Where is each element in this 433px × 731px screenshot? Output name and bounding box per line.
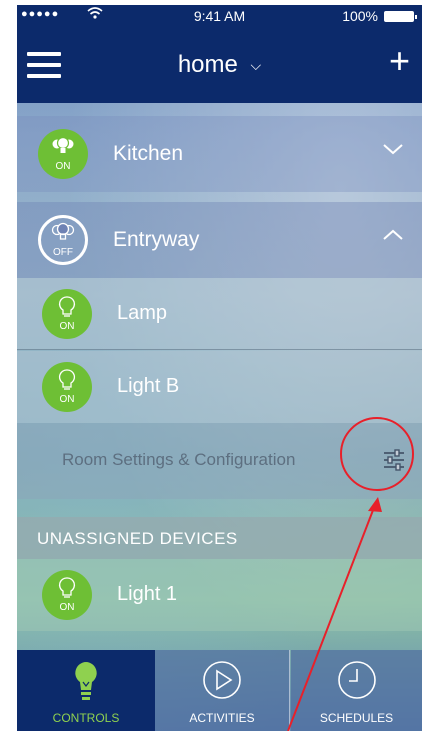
chevron-down-icon[interactable] xyxy=(382,138,404,160)
battery-icon xyxy=(384,11,417,22)
device-name-light-1: Light 1 xyxy=(117,583,178,605)
room-settings-label: Room Settings & Configuration xyxy=(62,450,296,469)
play-icon xyxy=(203,661,241,699)
bulb-icon xyxy=(75,662,97,700)
bulbs-icon xyxy=(51,222,75,240)
entryway-state: OFF xyxy=(53,247,73,258)
add-icon[interactable]: + xyxy=(389,43,410,79)
unassigned-devices-header: UNASSIGNED DEVICES xyxy=(17,517,422,559)
section-title: UNASSIGNED DEVICES xyxy=(37,529,238,548)
tab-label-activities: ACTIVITIES xyxy=(189,711,255,725)
tab-bar: CONTROLS ACTIVITIES SCHEDULES xyxy=(17,650,422,731)
bulb-icon xyxy=(59,577,75,598)
device-name-light-b: Light B xyxy=(117,375,180,397)
room-row-entryway[interactable]: OFF Entryway xyxy=(17,202,422,278)
home-selector[interactable]: home ⌵ xyxy=(17,51,422,79)
bulbs-icon xyxy=(52,136,74,153)
app-header: home ⌵ + xyxy=(17,27,422,103)
room-name-kitchen: Kitchen xyxy=(113,142,184,165)
light-b-state: ON xyxy=(59,394,75,405)
bulb-icon xyxy=(59,296,75,317)
highlight-circle-annotation xyxy=(340,417,414,491)
status-bar: ●●●●● 9:41 AM 100% xyxy=(17,5,422,27)
light-1-power-button[interactable]: ON xyxy=(42,570,92,620)
home-title: home xyxy=(177,51,238,78)
light-1-state: ON xyxy=(59,602,75,613)
lamp-state: ON xyxy=(59,321,75,332)
chevron-up-icon[interactable] xyxy=(382,224,404,246)
tab-schedules[interactable]: SCHEDULES xyxy=(291,650,422,731)
room-row-kitchen[interactable]: ON Kitchen xyxy=(17,116,422,192)
kitchen-state: ON xyxy=(55,161,71,172)
light-b-power-button[interactable]: ON xyxy=(42,362,92,412)
entryway-power-button[interactable]: OFF xyxy=(38,215,88,265)
battery-percent: 100% xyxy=(342,8,378,24)
tab-label-schedules: SCHEDULES xyxy=(319,711,394,725)
device-name-lamp: Lamp xyxy=(117,302,168,324)
app-screen: ●●●●● 9:41 AM 100% home ⌵ + ON Kitchen O… xyxy=(17,5,422,731)
bulb-icon xyxy=(59,369,75,390)
chevron-down-icon: ⌵ xyxy=(250,57,262,74)
kitchen-power-button[interactable]: ON xyxy=(38,129,88,179)
device-row-light-b[interactable]: ON Light B xyxy=(17,351,422,423)
room-name-entryway: Entryway xyxy=(113,228,200,251)
device-row-lamp[interactable]: ON Lamp xyxy=(17,278,422,350)
tab-label-controls: CONTROLS xyxy=(52,711,120,725)
tab-controls[interactable]: CONTROLS xyxy=(17,650,155,731)
device-row-light-1[interactable]: ON Light 1 xyxy=(17,559,422,631)
tab-activities[interactable]: ACTIVITIES xyxy=(155,650,290,731)
clock-icon xyxy=(337,661,376,699)
lamp-power-button[interactable]: ON xyxy=(42,289,92,339)
